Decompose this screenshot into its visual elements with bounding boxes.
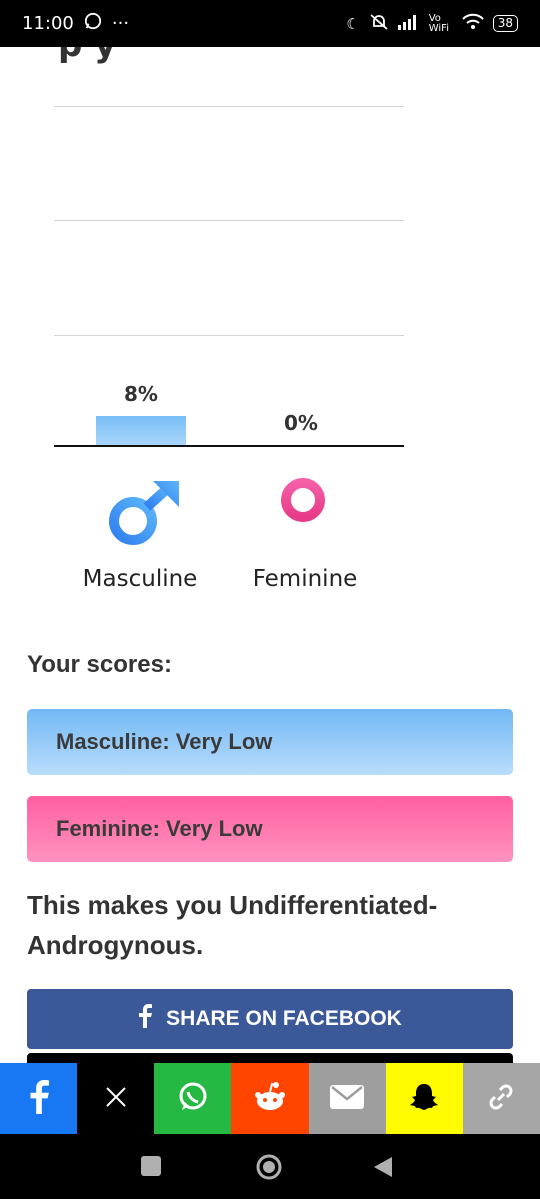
- email-icon: [329, 1084, 365, 1114]
- result-text: This makes you Undifferentiated-Androgyn…: [27, 890, 438, 960]
- snapchat-icon: [408, 1081, 440, 1117]
- share-x-button[interactable]: [77, 1063, 155, 1134]
- share-facebook-button[interactable]: [0, 1063, 78, 1134]
- share-on-x-button-partial[interactable]: [27, 1053, 513, 1063]
- share-snapchat-button[interactable]: [385, 1063, 463, 1134]
- share-whatsapp-button[interactable]: [154, 1063, 232, 1134]
- reddit-icon: [252, 1081, 288, 1117]
- results-chart: 8% 0%: [54, 47, 404, 457]
- share-on-facebook-label: SHARE ON FACEBOOK: [166, 1007, 402, 1030]
- home-button[interactable]: [256, 1154, 282, 1184]
- dnd-icon: ☾: [346, 14, 360, 33]
- wifi-icon: [462, 13, 484, 34]
- facebook-icon: [29, 1079, 49, 1118]
- facebook-icon: [138, 1004, 153, 1034]
- signal-icon: [397, 14, 420, 34]
- mute-icon: [369, 13, 389, 35]
- feminine-score: Feminine: Very Low: [27, 796, 513, 862]
- bar-label-masculine: 8%: [124, 382, 158, 407]
- clock: 11:00: [22, 13, 74, 34]
- share-on-facebook-button[interactable]: SHARE ON FACEBOOK: [27, 989, 513, 1049]
- x-icon: [105, 1086, 127, 1112]
- more-notifications: ···: [111, 13, 130, 34]
- gridline: [54, 220, 404, 221]
- share-email-button[interactable]: [308, 1063, 386, 1134]
- battery-indicator: 38: [492, 15, 518, 32]
- scores-heading: Your scores:: [27, 651, 172, 678]
- whatsapp-notification-icon: [84, 12, 102, 35]
- share-reddit-button[interactable]: [231, 1063, 309, 1134]
- gridline: [54, 106, 404, 107]
- chart-baseline: [54, 445, 404, 447]
- android-navigation-bar: [0, 1134, 540, 1199]
- social-share-bar: [0, 1063, 540, 1134]
- back-button[interactable]: [372, 1155, 394, 1183]
- recents-button[interactable]: [141, 1156, 161, 1176]
- link-icon: [486, 1082, 516, 1116]
- copy-link-button[interactable]: [462, 1063, 540, 1134]
- gridline: [54, 335, 404, 336]
- masculine-label: Masculine: [82, 566, 198, 592]
- vowifi-label: Vo WiFi: [428, 12, 449, 34]
- whatsapp-icon: [177, 1081, 209, 1117]
- page-content: p y 8% 0% Masculine Feminine Your scores…: [0, 47, 540, 1063]
- masculine-score: Masculine: Very Low: [27, 709, 513, 775]
- feminine-label: Feminine: [252, 566, 358, 592]
- female-symbol-icon: [276, 477, 330, 557]
- male-symbol-icon: [105, 479, 183, 553]
- bar-masculine: [96, 416, 186, 445]
- status-bar: 11:00 ··· ☾ Vo WiFi 38: [0, 0, 540, 47]
- bar-label-feminine: 0%: [284, 411, 318, 435]
